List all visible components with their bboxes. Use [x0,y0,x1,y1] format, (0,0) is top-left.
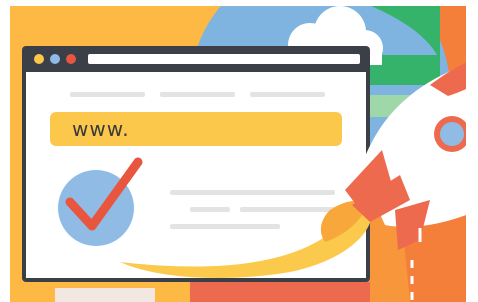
top-edge [0,0,478,6]
window-control-yellow[interactable] [34,54,44,64]
placeholder-line [160,92,235,97]
placeholder-line [70,92,145,97]
right-edge [466,0,478,302]
left-edge [0,0,10,302]
address-bar[interactable] [88,54,360,64]
placeholder-line [170,224,280,229]
placeholder-line [190,207,230,212]
illustration: www. [0,0,478,302]
window-control-red[interactable] [66,54,76,64]
illustration-canvas [0,0,478,302]
placeholder-line [170,190,335,195]
url-text: www. [72,117,130,141]
bottom-panel [190,282,370,302]
window-control-blue[interactable] [50,54,60,64]
placeholder-line [240,207,335,212]
bottom-panel-light [55,288,155,302]
placeholder-line [250,92,325,97]
